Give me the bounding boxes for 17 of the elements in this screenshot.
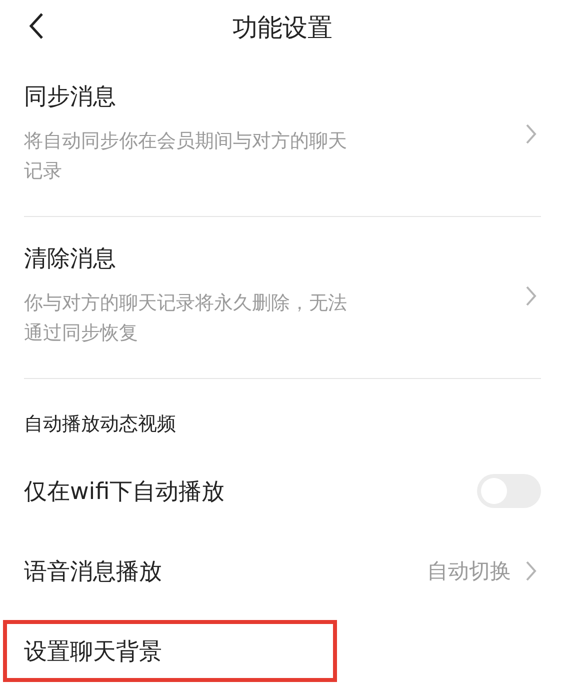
item-title: 同步消息 (24, 83, 117, 112)
chevron-right-icon (525, 284, 537, 306)
settings-row[interactable]: 仅在wifi下自动播放 (24, 451, 541, 531)
item-description: 将自动同步你在会员期间与对方的聊天记录 (24, 129, 348, 184)
highlight-frame[interactable]: 设置聊天背景 (7, 624, 333, 678)
item-title: 清除消息 (24, 245, 117, 274)
chevron-right-icon (525, 560, 537, 582)
section-header: 自动播放动态视频 (24, 412, 177, 437)
row-label: 设置聊天背景 (24, 638, 163, 666)
row-label: 仅在wifi下自动播放 (24, 478, 226, 506)
settings-row[interactable]: 语音消息播放 自动切换 (24, 531, 541, 611)
back-button[interactable] (28, 12, 44, 40)
chevron-right-icon (525, 122, 537, 144)
item-description: 你与对方的聊天记录将永久删除，无法通过同步恢复 (24, 291, 348, 346)
page-title: 功能设置 (232, 12, 332, 44)
row-label: 语音消息播放 (24, 558, 163, 586)
setting-value: 自动切换 (427, 558, 511, 585)
